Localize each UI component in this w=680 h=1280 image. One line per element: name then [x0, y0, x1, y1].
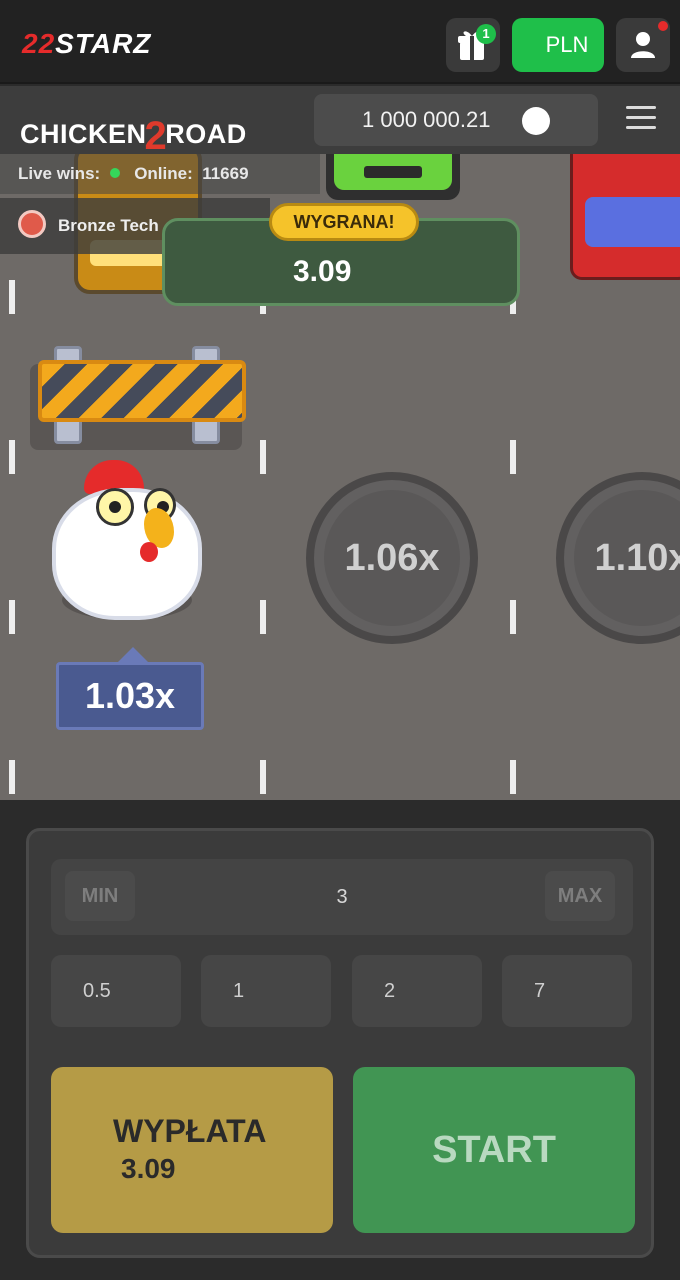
bet-amount-row: 3 MIN MAX	[51, 859, 633, 935]
game-logo-left: CHICKEN	[20, 119, 147, 149]
max-bet-button[interactable]: MAX	[545, 871, 615, 921]
chicken-pupil	[109, 501, 121, 513]
gift-count-badge: 1	[476, 24, 496, 44]
notification-dot	[658, 21, 668, 31]
green-car	[326, 154, 460, 200]
chicken-eye	[96, 488, 134, 526]
quick-bet-button[interactable]: 7	[502, 955, 632, 1027]
online-count: 11669	[202, 164, 249, 183]
game-logo-number: 2	[144, 114, 168, 158]
current-multiplier-tag: 1.03x	[56, 647, 204, 730]
win-amount: 3.09	[293, 255, 352, 288]
chicken-wattle	[140, 542, 158, 562]
road-barrier	[30, 346, 246, 450]
manhole-lane-1[interactable]: 1.06x	[306, 472, 478, 644]
winner-name: Bronze Tech	[58, 216, 159, 235]
car-grill	[364, 166, 422, 178]
coin-icon	[522, 107, 550, 135]
game-road: Live wins: Online: 11669 Bronze Tech WYGR…	[0, 154, 680, 800]
lane-multiplier: 1.10x	[594, 537, 680, 579]
top-bar: 22STARZ 1 PLN	[0, 0, 680, 84]
game-logo: CHICKEN2ROAD	[20, 108, 247, 158]
cashout-label: WYPŁATA	[113, 1113, 267, 1149]
currency-button[interactable]: PLN	[512, 18, 604, 72]
user-button[interactable]	[616, 18, 670, 72]
truck-window	[585, 197, 680, 247]
chicken-character	[48, 460, 208, 630]
hamburger-menu-icon[interactable]	[626, 106, 656, 132]
live-wins-label: Live wins:	[18, 164, 101, 183]
balance-amount: 1 000 000.21	[362, 107, 491, 132]
lane-multiplier: 1.06x	[344, 537, 440, 579]
start-button[interactable]: START	[353, 1067, 635, 1233]
gift-button[interactable]: 1	[446, 18, 500, 72]
brand-mark: 22	[22, 28, 56, 59]
min-bet-button[interactable]: MIN	[65, 871, 135, 921]
red-fire-truck	[570, 154, 680, 280]
winner-avatar	[18, 210, 46, 238]
balance-display[interactable]: 1 000 000.21	[314, 94, 598, 146]
barrier-board	[38, 360, 246, 422]
game-logo-right: ROAD	[165, 119, 247, 149]
game-header: CHICKEN2ROAD 1 000 000.21	[0, 86, 680, 158]
brand-name: STARZ	[55, 28, 152, 59]
win-title-badge: WYGRANA!	[269, 203, 419, 241]
cashout-amount: 3.09	[121, 1153, 176, 1184]
quick-bet-button[interactable]: 1	[201, 955, 331, 1027]
brand-logo[interactable]: 22STARZ	[22, 28, 151, 60]
bet-controls-panel: 3 MIN MAX 0.5 1 2 7 WYPŁATA 3.09 START	[26, 828, 654, 1258]
quick-bet-button[interactable]: 2	[352, 955, 482, 1027]
cashout-button[interactable]: WYPŁATA 3.09	[51, 1067, 333, 1233]
manhole-lane-2[interactable]: 1.10x	[556, 472, 680, 644]
live-indicator-dot	[110, 168, 121, 178]
win-popup: WYGRANA! 3.09	[162, 203, 520, 306]
live-stats-bar: Live wins: Online: 11669	[0, 154, 320, 194]
quick-bet-button[interactable]: 0.5	[51, 955, 181, 1027]
online-label: Online:	[134, 164, 193, 183]
